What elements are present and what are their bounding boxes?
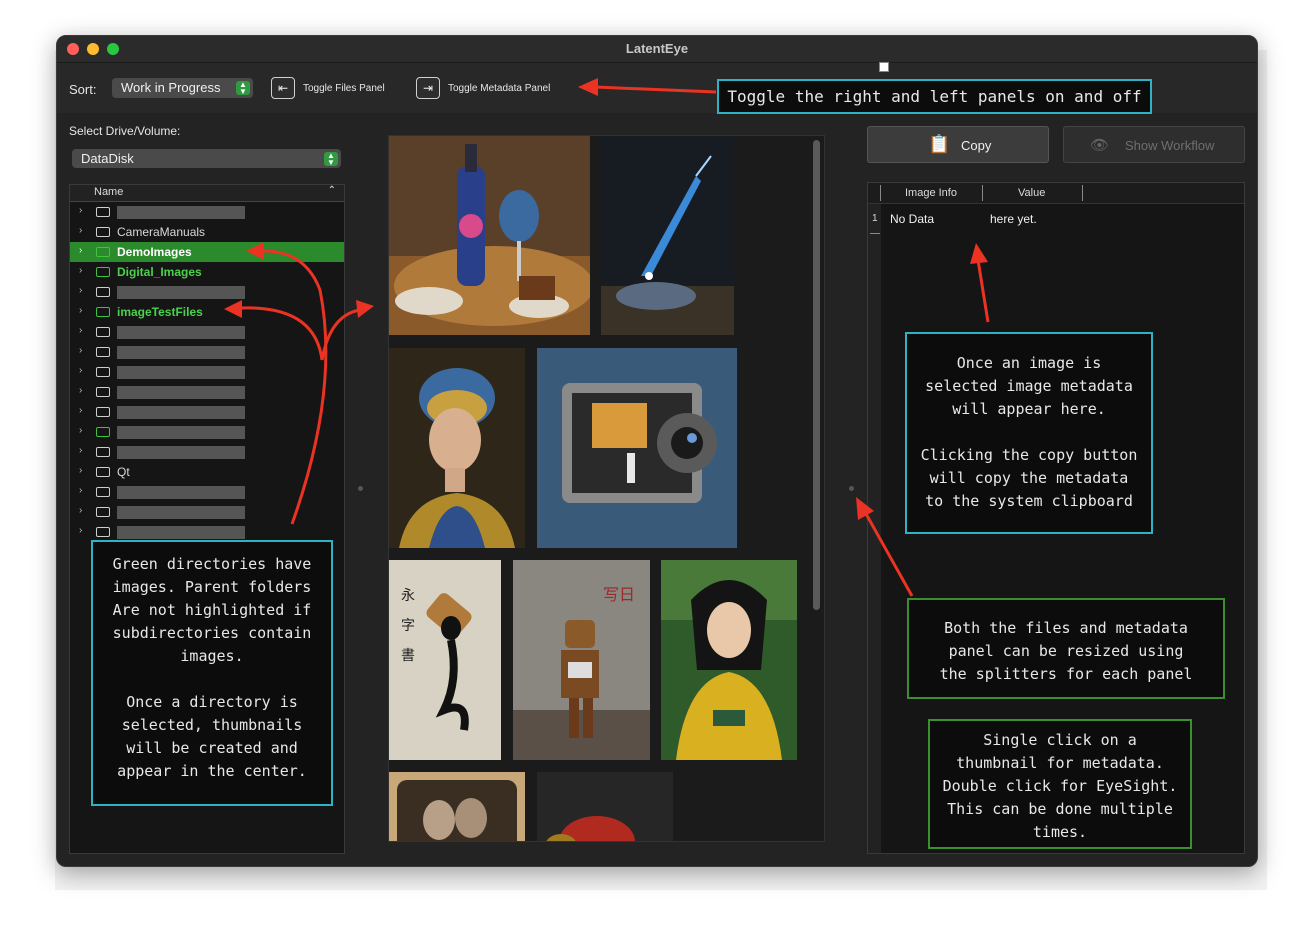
arrowhead: [856, 497, 874, 520]
arrow-to-imagetestfiles: [239, 306, 324, 361]
arrowhead: [578, 78, 598, 96]
arrow-to-splitter: [863, 511, 914, 597]
annotation-arrows: [224, 78, 990, 597]
arrowhead: [246, 242, 264, 260]
arrowhead: [970, 243, 988, 264]
cursor-marker: [879, 62, 889, 72]
arrowhead: [224, 300, 242, 318]
arrow-to-toolbar: [594, 85, 717, 94]
arrow-to-metadata: [976, 259, 990, 323]
arrowhead: [356, 300, 374, 318]
arrow-to-thumbnails: [320, 308, 361, 361]
arrow-to-demoimages: [261, 249, 328, 525]
